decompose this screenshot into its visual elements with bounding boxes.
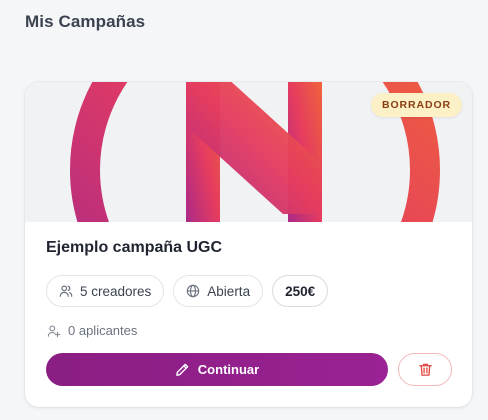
globe-icon: [186, 284, 200, 298]
delete-button[interactable]: [398, 353, 452, 386]
user-plus-icon: [47, 324, 61, 338]
price-value: 250€: [285, 283, 316, 299]
visibility-label: Abierta: [207, 283, 251, 299]
status-badge: BORRADOR: [370, 93, 462, 117]
visibility-chip: Abierta: [173, 275, 264, 307]
users-icon: [59, 284, 73, 298]
creators-chip: 5 creadores: [46, 275, 165, 307]
campaign-title: Ejemplo campaña UGC: [46, 239, 223, 256]
pencil-icon: [175, 362, 190, 377]
price-chip: 250€: [272, 275, 329, 307]
campaign-meta-chips: 5 creadores Abierta 250€: [46, 275, 329, 307]
campaign-cover-image: BORRADOR: [25, 82, 472, 222]
applicants-info: 0 aplicantes: [47, 323, 137, 338]
applicants-count: 0 aplicantes: [68, 323, 138, 338]
campaigns-page: Mis Campañas BORRADOR Ejemplo campaña UG…: [0, 0, 488, 420]
creators-count: 5 creadores: [80, 283, 152, 299]
page-title: Mis Campañas: [25, 12, 146, 31]
trash-icon: [418, 362, 433, 377]
continue-button[interactable]: Continuar: [46, 353, 388, 386]
campaign-card[interactable]: BORRADOR Ejemplo campaña UGC 5 creadores: [25, 82, 472, 407]
continue-label: Continuar: [197, 362, 260, 377]
